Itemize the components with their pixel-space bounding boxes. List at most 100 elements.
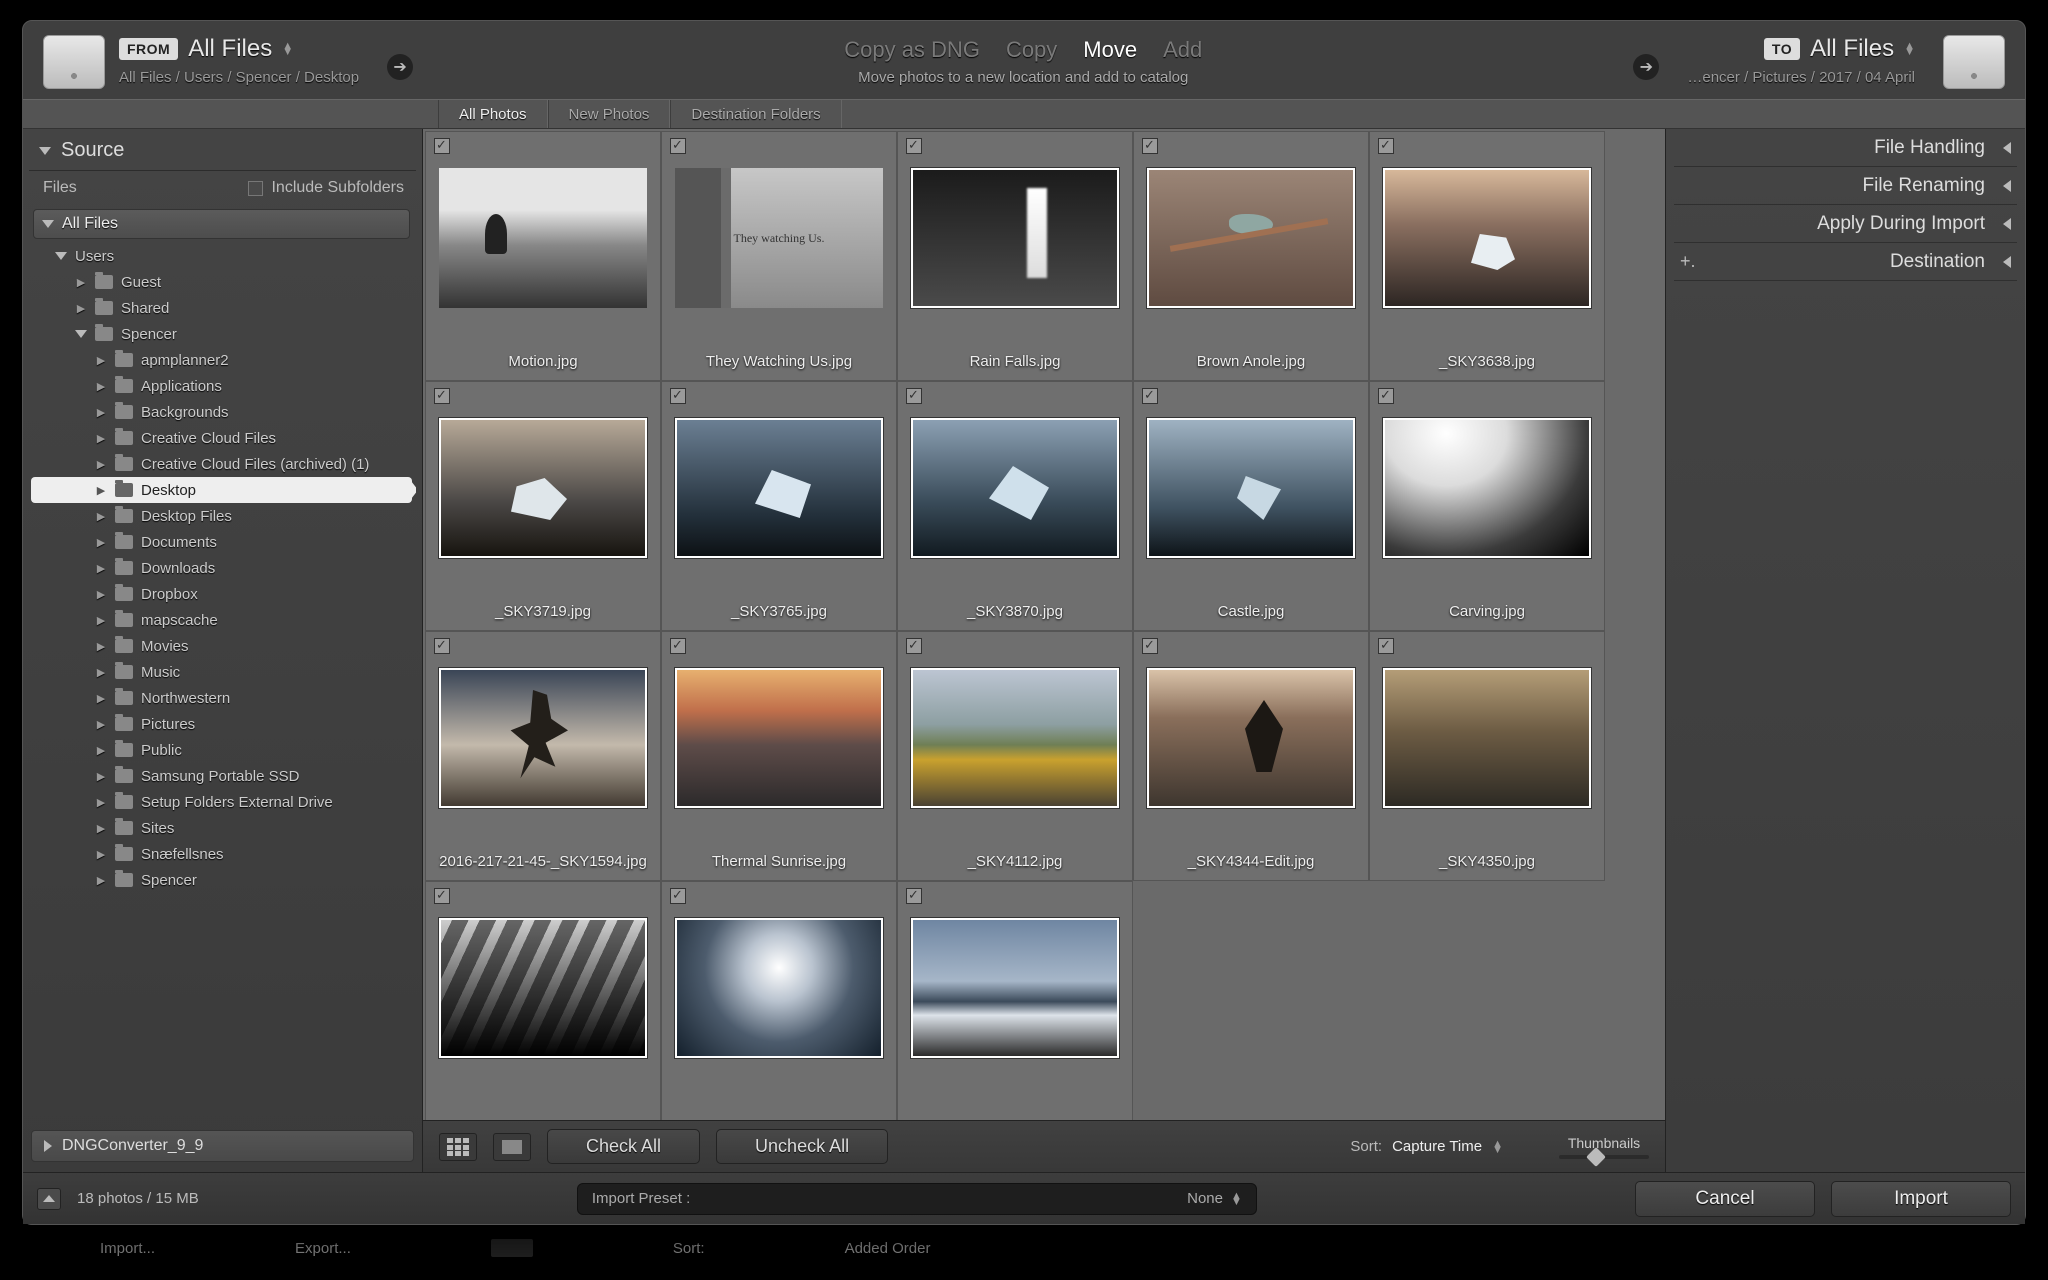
tab-destination-folders[interactable]: Destination Folders bbox=[670, 100, 841, 128]
tree-users[interactable]: Users bbox=[31, 243, 412, 269]
panel-file-renaming[interactable]: File Renaming bbox=[1674, 167, 2017, 205]
thumbnail-image[interactable] bbox=[911, 918, 1119, 1058]
import-button[interactable]: Import bbox=[1831, 1181, 2011, 1217]
thumbnail-cell[interactable]: _SKY4344-Edit.jpg bbox=[1133, 631, 1369, 881]
import-preset-bar[interactable]: Import Preset : None ▲▼ bbox=[577, 1183, 1257, 1215]
op-move[interactable]: Move bbox=[1083, 37, 1137, 63]
tree-item[interactable]: ▶Documents bbox=[31, 529, 412, 555]
arrow-right-icon[interactable]: ➔ bbox=[387, 54, 413, 80]
thumbnail-image[interactable] bbox=[1147, 418, 1355, 558]
tab-new-photos[interactable]: New Photos bbox=[548, 100, 671, 128]
thumbnail-cell[interactable]: Brown Anole.jpg bbox=[1133, 131, 1369, 381]
thumbnail-image[interactable] bbox=[1147, 668, 1355, 808]
thumbnail-cell[interactable]: _SKY4112.jpg bbox=[897, 631, 1133, 881]
thumbnail-cell[interactable] bbox=[897, 881, 1133, 1120]
thumbnail-cell[interactable]: Castle.jpg bbox=[1133, 381, 1369, 631]
tree-item[interactable]: ▶Music bbox=[31, 659, 412, 685]
arrow-right-icon-2[interactable]: ➔ bbox=[1633, 54, 1659, 80]
thumbnail-cell[interactable]: _SKY3765.jpg bbox=[661, 381, 897, 631]
thumbnail-image[interactable] bbox=[1383, 168, 1591, 308]
thumbnail-checkbox[interactable] bbox=[434, 388, 450, 404]
tree-item-selected[interactable]: ▶Desktop bbox=[31, 477, 412, 503]
tree-item[interactable]: ▶Samsung Portable SSD bbox=[31, 763, 412, 789]
tree-all-files[interactable]: All Files bbox=[33, 209, 410, 239]
dropdown-icon[interactable]: ▲▼ bbox=[1904, 43, 1915, 55]
thumbnail-checkbox[interactable] bbox=[434, 888, 450, 904]
thumbnail-image[interactable] bbox=[675, 418, 883, 558]
thumbnail-checkbox[interactable] bbox=[1142, 138, 1158, 154]
thumbnail-cell[interactable]: _SKY3870.jpg bbox=[897, 381, 1133, 631]
thumbnail-cell[interactable]: _SKY3638.jpg bbox=[1369, 131, 1605, 381]
thumbnail-checkbox[interactable] bbox=[906, 888, 922, 904]
thumbnail-image[interactable] bbox=[439, 668, 647, 808]
thumbnail-checkbox[interactable] bbox=[1378, 388, 1394, 404]
tree-dng-converter[interactable]: DNGConverter_9_9 bbox=[31, 1130, 414, 1162]
tree-item[interactable]: ▶Spencer bbox=[31, 867, 412, 893]
thumbnail-cell[interactable]: Thermal Sunrise.jpg bbox=[661, 631, 897, 881]
tree-spencer[interactable]: Spencer bbox=[31, 321, 412, 347]
source-block[interactable]: FROM All Files ▲▼ All Files / Users / Sp… bbox=[119, 35, 359, 86]
thumbnail-grid[interactable]: Motion.jpgThey watching Us.They Watching… bbox=[423, 129, 1665, 1120]
tree-item[interactable]: ▶Creative Cloud Files (archived) (1) bbox=[31, 451, 412, 477]
tree-item[interactable]: ▶Guest bbox=[31, 269, 412, 295]
thumbnail-checkbox[interactable] bbox=[1142, 638, 1158, 654]
thumbnail-cell[interactable]: Rain Falls.jpg bbox=[897, 131, 1133, 381]
thumbnail-image[interactable] bbox=[675, 918, 883, 1058]
thumbnail-image[interactable] bbox=[1147, 168, 1355, 308]
tree-item[interactable]: ▶Northwestern bbox=[31, 685, 412, 711]
tree-item[interactable]: ▶Downloads bbox=[31, 555, 412, 581]
tree-item[interactable]: ▶Creative Cloud Files bbox=[31, 425, 412, 451]
thumbnail-image[interactable] bbox=[911, 168, 1119, 308]
check-all-button[interactable]: Check All bbox=[547, 1129, 700, 1164]
destination-drive-icon[interactable] bbox=[1943, 35, 2005, 89]
thumbnail-checkbox[interactable] bbox=[906, 388, 922, 404]
panel-header-source[interactable]: Source bbox=[29, 129, 416, 171]
thumbnail-image[interactable] bbox=[439, 418, 647, 558]
tree-item[interactable]: ▶Desktop Files bbox=[31, 503, 412, 529]
thumbnail-checkbox[interactable] bbox=[670, 138, 686, 154]
thumbnail-cell[interactable] bbox=[661, 881, 897, 1120]
tree-item[interactable]: ▶Snæfellsnes bbox=[31, 841, 412, 867]
thumbnail-size-control[interactable]: Thumbnails bbox=[1559, 1135, 1649, 1159]
thumbnail-image[interactable] bbox=[675, 668, 883, 808]
thumbnail-image[interactable] bbox=[439, 168, 647, 308]
thumbnail-cell[interactable]: _SKY3719.jpg bbox=[425, 381, 661, 631]
tree-item[interactable]: ▶Backgrounds bbox=[31, 399, 412, 425]
thumbnail-checkbox[interactable] bbox=[1142, 388, 1158, 404]
tree-item[interactable]: ▶Pictures bbox=[31, 711, 412, 737]
grid-view-button[interactable] bbox=[439, 1133, 477, 1161]
tab-all-photos[interactable]: All Photos bbox=[438, 100, 548, 128]
thumbnail-cell[interactable] bbox=[425, 881, 661, 1120]
op-add[interactable]: Add bbox=[1163, 37, 1202, 63]
plus-icon[interactable]: +. bbox=[1680, 251, 1696, 272]
cancel-button[interactable]: Cancel bbox=[1635, 1181, 1815, 1217]
panel-file-handling[interactable]: File Handling bbox=[1674, 129, 2017, 167]
thumbnail-image[interactable] bbox=[911, 668, 1119, 808]
sort-value[interactable]: Capture Time bbox=[1392, 1138, 1482, 1155]
thumbnail-image[interactable] bbox=[911, 418, 1119, 558]
dropdown-icon[interactable]: ▲▼ bbox=[1492, 1141, 1503, 1153]
source-drive-icon[interactable] bbox=[43, 35, 105, 89]
sort-control[interactable]: Sort: Capture Time ▲▼ bbox=[1350, 1138, 1503, 1155]
include-subfolders-checkbox[interactable] bbox=[248, 181, 263, 196]
dropdown-icon[interactable]: ▲▼ bbox=[282, 43, 293, 55]
thumbnail-cell[interactable]: Carving.jpg bbox=[1369, 381, 1605, 631]
thumbnail-cell[interactable]: Motion.jpg bbox=[425, 131, 661, 381]
thumbnail-cell[interactable]: _SKY4350.jpg bbox=[1369, 631, 1605, 881]
destination-label[interactable]: All Files bbox=[1810, 35, 1894, 63]
disclose-button[interactable] bbox=[37, 1188, 61, 1210]
tree-item[interactable]: ▶Movies bbox=[31, 633, 412, 659]
folder-tree[interactable]: All Files Users ▶Guest▶Shared Spencer ▶a… bbox=[29, 203, 416, 1122]
source-label[interactable]: All Files bbox=[188, 35, 272, 63]
tree-item[interactable]: ▶Setup Folders External Drive bbox=[31, 789, 412, 815]
tree-item[interactable]: ▶Public bbox=[31, 737, 412, 763]
thumbnail-checkbox[interactable] bbox=[1378, 638, 1394, 654]
panel-apply-during-import[interactable]: Apply During Import bbox=[1674, 205, 2017, 243]
thumbnail-checkbox[interactable] bbox=[434, 138, 450, 154]
preset-value[interactable]: None bbox=[1187, 1190, 1223, 1207]
thumbnail-image[interactable] bbox=[1383, 418, 1591, 558]
loupe-view-button[interactable] bbox=[493, 1133, 531, 1161]
tree-item[interactable]: ▶Applications bbox=[31, 373, 412, 399]
op-copy[interactable]: Copy bbox=[1006, 37, 1057, 63]
thumbnail-checkbox[interactable] bbox=[670, 888, 686, 904]
